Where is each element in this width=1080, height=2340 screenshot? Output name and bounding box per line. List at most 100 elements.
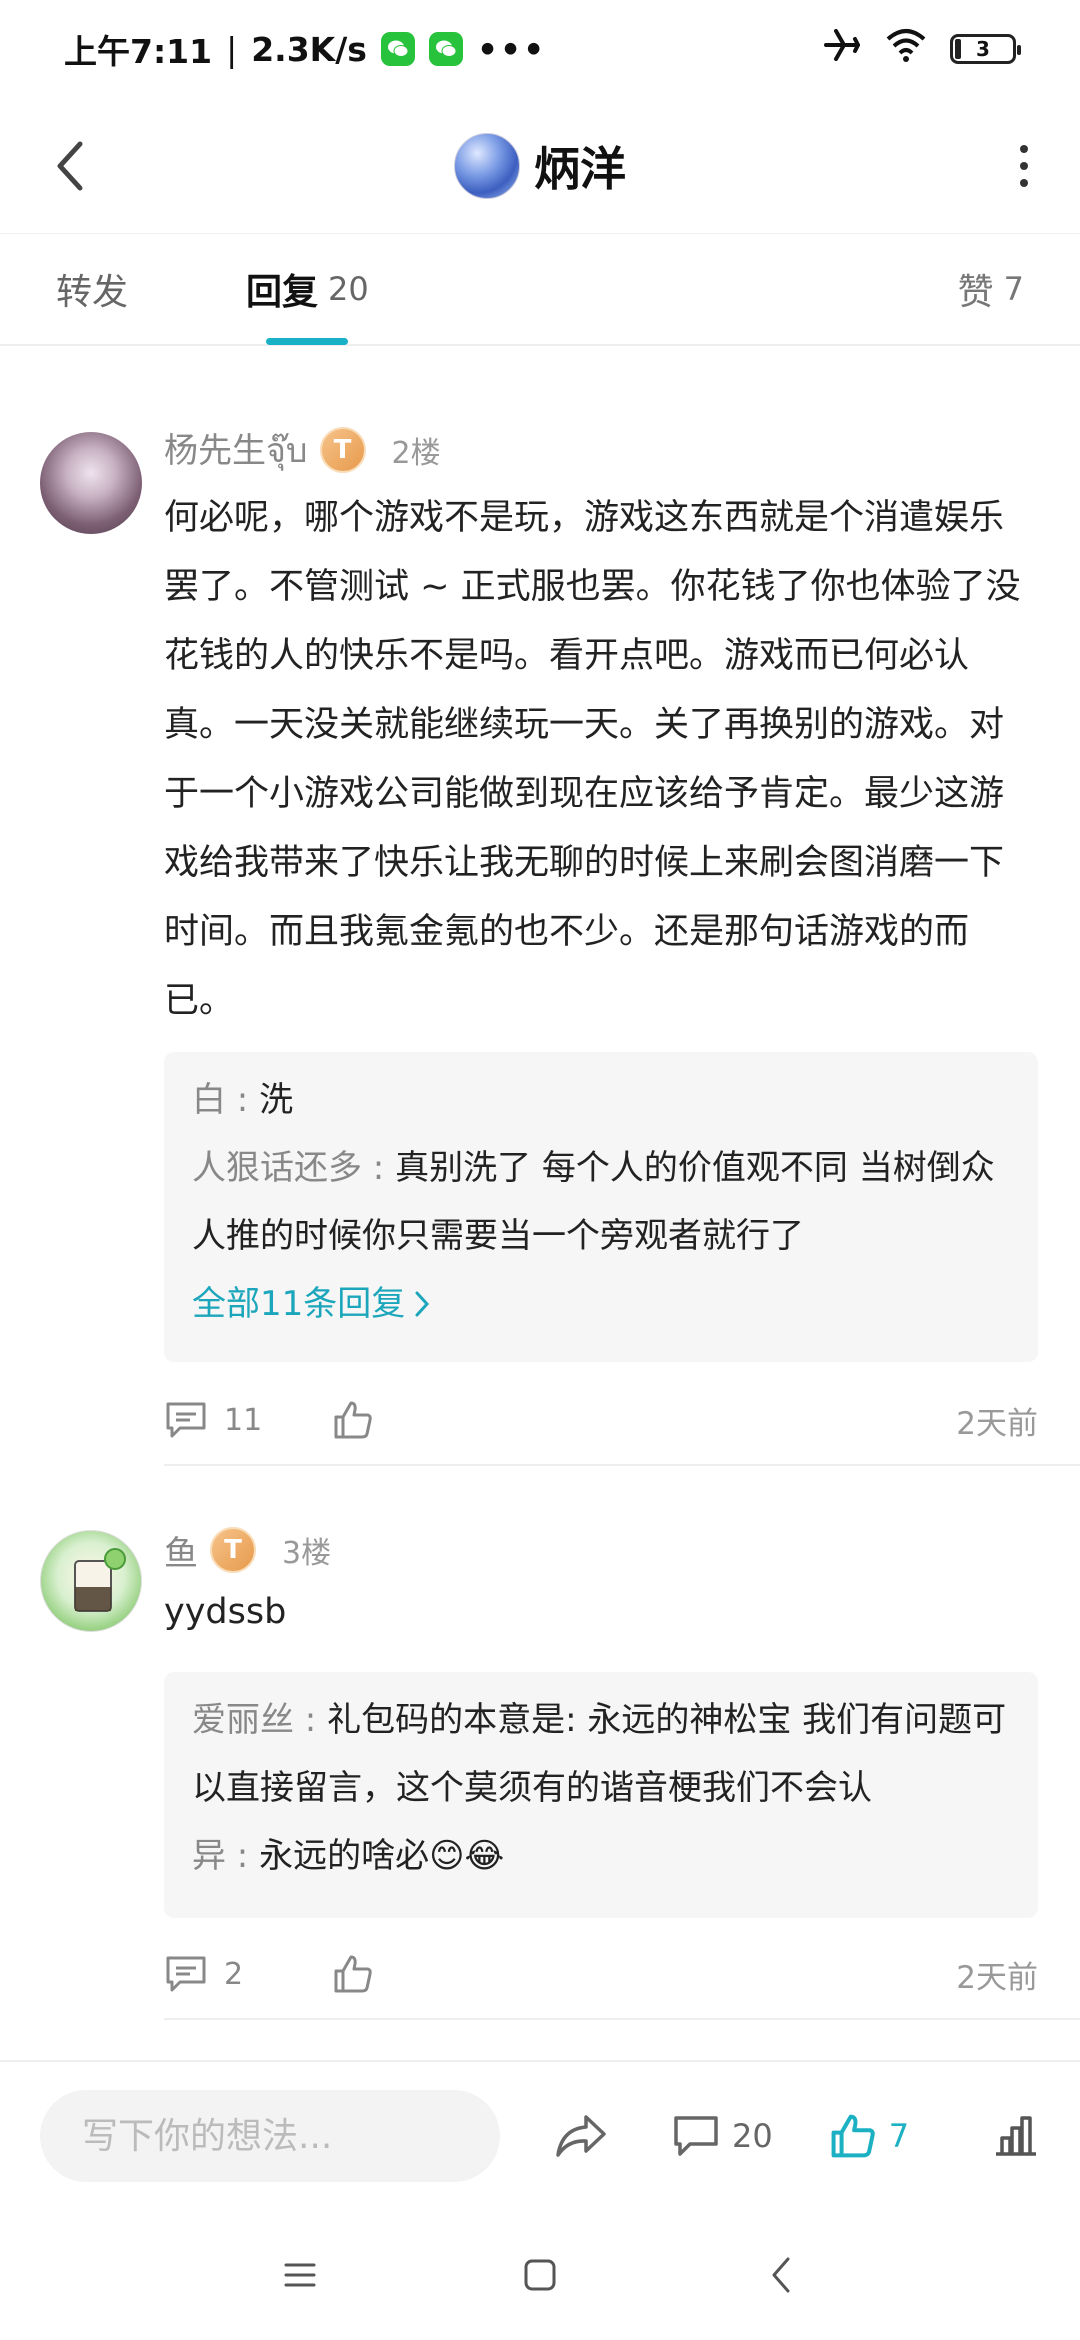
reply-text: 永远的啥必😊😂 <box>259 1836 505 1876</box>
status-left: 上午7:11 | 2.3K/s ••• <box>64 25 546 73</box>
reply-count-button[interactable]: 2 <box>164 1954 332 1994</box>
avatar-image <box>74 1548 126 1612</box>
comment-input[interactable] <box>40 2090 500 2182</box>
like-button[interactable] <box>332 1953 374 1995</box>
divider <box>164 2018 1080 2020</box>
comments-button[interactable]: 20 <box>672 2114 773 2158</box>
tab-like[interactable]: 赞 7 <box>958 233 1024 345</box>
thumbs-up-icon <box>334 1955 372 1993</box>
tab-reply-label: 回复 <box>246 272 319 313</box>
page-title: 炳洋 <box>534 141 626 196</box>
status-right: 3 <box>822 25 1021 73</box>
reply-username[interactable]: 异 <box>192 1836 226 1876</box>
username[interactable]: 鱼 <box>164 1526 198 1575</box>
more-dot <box>1020 179 1028 187</box>
status-separator: | <box>226 29 238 69</box>
reply-username[interactable]: 人狠话还多 <box>192 1148 362 1188</box>
system-back-button[interactable] <box>750 2245 810 2305</box>
comment-text: 何必呢，哪个游戏不是玩，游戏这东西就是个消遣娱乐罢了。不管测试 ~ 正式服也罢。… <box>164 498 1021 1021</box>
wifi-icon <box>884 27 928 71</box>
reply-item[interactable]: 爱丽丝 : 礼包码的本意是: 永远的神松宝 我们有问题可以直接留言，这个莫须有的… <box>192 1686 1010 1822</box>
comment-header: 杨先生จุ๊บ T 2楼 <box>164 422 441 478</box>
thumbs-up-icon <box>334 1401 372 1439</box>
battery-icon: 3 <box>950 34 1021 64</box>
comment-time: 2天前 <box>956 1405 1038 1442</box>
wechat-icon <box>380 32 415 66</box>
tab-reply-count: 20 <box>328 270 369 308</box>
reply-separator: : <box>226 1836 260 1876</box>
reply-count: 11 <box>224 1402 263 1438</box>
view-all-replies-link[interactable]: 全部11条回复 <box>192 1270 1010 1338</box>
comment-icon <box>166 1402 206 1438</box>
tab-forward-label: 转发 <box>56 272 129 313</box>
comment-footer: 11 2天前 <box>164 1390 1038 1450</box>
network-speed: 2.3K/s <box>251 29 367 69</box>
comment-icon <box>674 2116 718 2156</box>
reply-text: 洗 <box>259 1080 294 1120</box>
divider <box>164 1464 1080 1466</box>
comment-icon <box>166 1956 206 1992</box>
level-badge: T <box>319 427 366 473</box>
bar-chart-icon <box>996 2116 1036 2156</box>
more-notifications-icon: ••• <box>476 29 547 69</box>
battery-fill <box>955 39 961 59</box>
reply-item[interactable]: 白 : 洗 <box>192 1066 1010 1134</box>
reply-item[interactable]: 人狠话还多 : 真别洗了 每个人的价值观不同 当树倒众人推的时候你只需要当一个旁… <box>192 1134 1010 1270</box>
menu-icon <box>284 2263 316 2287</box>
avatar[interactable] <box>40 432 142 534</box>
airplane-icon <box>822 25 862 73</box>
view-all-replies-label: 全部11条回复 <box>192 1284 406 1324</box>
avatar[interactable] <box>454 132 520 199</box>
reply-box[interactable]: 白 : 洗 人狠话还多 : 真别洗了 每个人的价值观不同 当树倒众人推的时候你只… <box>164 1052 1038 1362</box>
floor-number: 2楼 <box>391 436 441 471</box>
reply-box[interactable]: 爱丽丝 : 礼包码的本意是: 永远的神松宝 我们有问题可以直接留言，这个莫须有的… <box>164 1672 1038 1918</box>
more-dot <box>1020 145 1028 153</box>
reply-item[interactable]: 异 : 永远的啥必😊😂 <box>192 1822 1010 1890</box>
comment-footer: 2 2天前 <box>164 1944 1038 2004</box>
share-button[interactable] <box>554 2113 608 2159</box>
reply-separator: : <box>294 1700 328 1740</box>
reply-separator: : <box>362 1148 396 1188</box>
status-time: 上午7:11 <box>64 32 213 71</box>
comment-time: 2天前 <box>956 1959 1038 1996</box>
thumbs-up-icon <box>831 2114 875 2158</box>
action-bar: 20 7 <box>0 2060 1080 2210</box>
reply-separator: : <box>226 1080 260 1120</box>
level-badge: T <box>210 1527 256 1573</box>
comments-count: 20 <box>732 2117 773 2155</box>
chevron-right-icon <box>415 1291 430 1317</box>
more-options-button[interactable] <box>994 136 1054 196</box>
wechat-icon <box>428 32 463 66</box>
tab-like-count: 7 <box>1003 270 1024 308</box>
reply-count: 2 <box>224 1956 244 1992</box>
system-navigation-bar <box>0 2210 1080 2340</box>
comment-text: yydssb <box>164 1592 287 1632</box>
tab-forward[interactable]: 转发 <box>56 233 128 345</box>
stats-button[interactable] <box>992 2114 1040 2158</box>
chevron-left-icon <box>772 2257 790 2293</box>
like-button[interactable] <box>332 1399 374 1441</box>
reply-username[interactable]: 爱丽丝 <box>192 1700 294 1740</box>
username[interactable]: 杨先生จุ๊บ <box>164 423 308 477</box>
reply-username[interactable]: 白 <box>192 1080 226 1120</box>
avatar[interactable] <box>40 1530 142 1632</box>
reply-count-button[interactable]: 11 <box>164 1400 332 1440</box>
comment-header: 鱼 T 3楼 <box>164 1522 331 1578</box>
more-dot <box>1020 162 1028 170</box>
tab-like-label: 赞 <box>957 272 994 313</box>
floor-number: 3楼 <box>282 1536 332 1571</box>
battery-level: 3 <box>976 37 990 61</box>
status-bar: 上午7:11 | 2.3K/s ••• 3 <box>0 0 1080 98</box>
tab-bar: 转发 回复 20 赞 7 <box>0 234 1080 346</box>
like-button[interactable]: 7 <box>829 2112 909 2160</box>
recent-apps-button[interactable] <box>270 2245 330 2305</box>
tab-reply[interactable]: 回复 20 <box>246 233 369 345</box>
back-button[interactable] <box>40 136 100 196</box>
share-icon <box>556 2115 606 2157</box>
header-title[interactable]: 炳洋 <box>454 132 626 199</box>
home-square-icon <box>524 2259 556 2291</box>
tab-active-indicator <box>266 338 349 345</box>
home-button[interactable] <box>510 2245 570 2305</box>
like-count: 7 <box>888 2117 910 2155</box>
chevron-left-icon <box>57 141 83 191</box>
